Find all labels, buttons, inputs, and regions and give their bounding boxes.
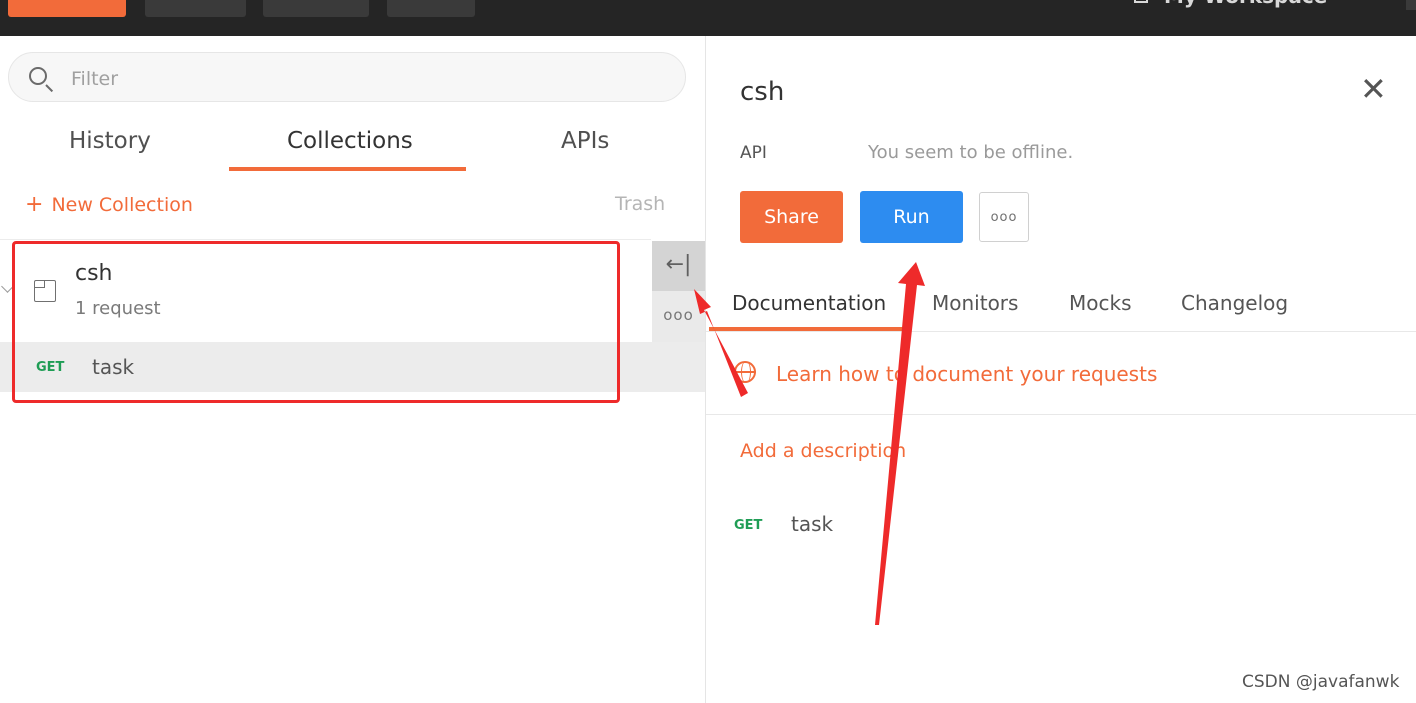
tab-monitors[interactable]: Monitors <box>932 291 1018 315</box>
request-link[interactable]: task <box>791 512 833 536</box>
sidebar: History Collections APIs + New Collection… <box>0 36 706 703</box>
tab-history[interactable]: History <box>69 128 151 154</box>
workspace-icon <box>1134 0 1148 3</box>
watermark: CSDN @javafanwk <box>1242 672 1400 692</box>
tab-mocks[interactable]: Mocks <box>1069 291 1132 315</box>
new-collection-button[interactable]: + New Collection <box>25 192 193 217</box>
plus-icon: + <box>25 192 44 217</box>
tab-apis[interactable]: APIs <box>561 128 609 154</box>
tab-documentation[interactable]: Documentation <box>732 291 886 315</box>
new-collection-label: New Collection <box>51 194 193 216</box>
toolbar-right-button[interactable] <box>1406 0 1416 10</box>
annotation-highlight-box <box>12 241 620 403</box>
tab-changelog[interactable]: Changelog <box>1181 291 1288 315</box>
workspace-label: My Workspace <box>1164 0 1327 8</box>
open-new-button[interactable] <box>387 0 475 17</box>
share-button[interactable]: Share <box>740 191 843 243</box>
offline-status: You seem to be offline. <box>868 142 1074 163</box>
top-toolbar: My Workspace <box>0 0 1416 36</box>
method-badge: GET <box>734 518 763 533</box>
filter-search <box>8 52 686 102</box>
active-tab-indicator <box>229 167 466 171</box>
more-options-icon[interactable]: ooo <box>652 291 705 342</box>
add-description-link[interactable]: Add a description <box>740 440 906 462</box>
collection-detail-panel: csh ✕ API You seem to be offline. Share … <box>706 36 1416 703</box>
globe-icon <box>734 361 756 383</box>
run-button[interactable]: Run <box>860 191 963 243</box>
collapse-sidebar-icon[interactable]: ←| <box>652 241 705 291</box>
filter-input[interactable] <box>69 63 653 95</box>
more-actions-button[interactable]: ooo <box>979 192 1029 242</box>
trash-link[interactable]: Trash <box>615 193 665 215</box>
import-button[interactable] <box>145 0 246 17</box>
divider <box>706 414 1416 415</box>
collection-type: API <box>740 143 767 163</box>
new-button[interactable] <box>8 0 126 17</box>
workspace-switcher[interactable]: My Workspace <box>1134 0 1327 8</box>
learn-docs-link[interactable]: Learn how to document your requests <box>776 362 1157 386</box>
collection-title: csh <box>740 77 785 107</box>
tab-collections[interactable]: Collections <box>287 128 413 154</box>
close-icon[interactable]: ✕ <box>1360 73 1387 105</box>
divider <box>0 239 651 240</box>
search-icon <box>29 67 47 85</box>
runner-button[interactable] <box>263 0 369 17</box>
divider <box>706 331 1416 332</box>
